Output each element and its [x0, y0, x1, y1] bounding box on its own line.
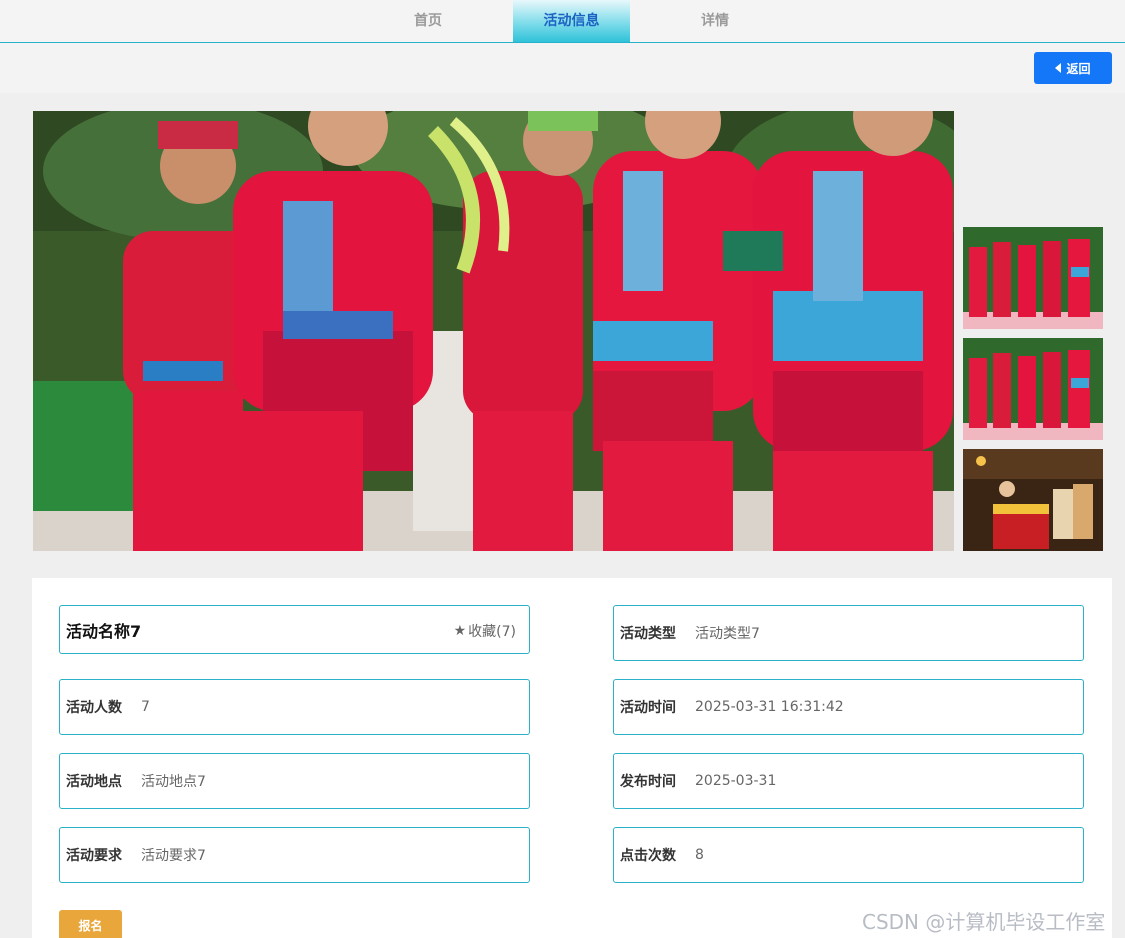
thumbnail-1[interactable]	[963, 227, 1103, 329]
main-activity-image	[33, 111, 954, 551]
field-publish-time: 发布时间 2025-03-31	[613, 753, 1084, 809]
field-value: 活动类型7	[695, 626, 760, 642]
activity-name: 活动名称7	[66, 621, 142, 641]
evening-performance-photo	[963, 449, 1103, 551]
field-value: 8	[695, 847, 704, 863]
field-label: 点击次数	[620, 848, 676, 864]
ethnic-dance-photo	[33, 111, 954, 551]
dance-troupe-photo	[963, 338, 1103, 440]
thumbnail-3[interactable]	[963, 449, 1103, 551]
thumbnail-2[interactable]	[963, 338, 1103, 440]
signup-button[interactable]: 报名	[59, 910, 122, 938]
back-button[interactable]: 返回	[1034, 52, 1112, 84]
tab-activity-info[interactable]: 活动信息	[513, 0, 630, 42]
field-participant-count: 活动人数 7	[59, 679, 530, 735]
tab-home[interactable]: 首页	[370, 0, 486, 42]
field-value: 活动地点7	[141, 774, 206, 790]
field-activity-requirements: 活动要求 活动要求7	[59, 827, 530, 883]
field-value: 2025-03-31 16:31:42	[695, 699, 844, 715]
activity-name-box: 活动名称7 ★ 收藏(7)	[59, 605, 530, 654]
field-value: 7	[141, 699, 150, 715]
field-label: 活动人数	[66, 700, 122, 716]
field-value: 活动要求7	[141, 848, 206, 864]
field-activity-time: 活动时间 2025-03-31 16:31:42	[613, 679, 1084, 735]
field-label: 活动要求	[66, 848, 122, 864]
back-button-label: 返回	[1066, 61, 1091, 76]
top-nav: 首页 活动信息 详情	[0, 0, 1125, 43]
field-label: 发布时间	[620, 774, 676, 790]
dance-troupe-photo	[963, 227, 1103, 329]
field-value: 2025-03-31	[695, 773, 777, 789]
tab-detail[interactable]: 详情	[657, 0, 773, 42]
field-label: 活动地点	[66, 774, 122, 790]
watermark: CSDN @计算机毕设工作室	[862, 910, 1106, 934]
favorite-button[interactable]: ★ 收藏(7)	[454, 621, 516, 641]
star-icon: ★	[453, 623, 467, 639]
toolbar	[0, 43, 1125, 93]
field-activity-location: 活动地点 活动地点7	[59, 753, 530, 809]
favorite-label: 收藏(7)	[468, 624, 516, 640]
caret-left-icon	[1055, 63, 1062, 73]
field-activity-type: 活动类型 活动类型7	[613, 605, 1084, 661]
field-click-count: 点击次数 8	[613, 827, 1084, 883]
field-label: 活动时间	[620, 700, 676, 716]
field-label: 活动类型	[620, 626, 676, 642]
